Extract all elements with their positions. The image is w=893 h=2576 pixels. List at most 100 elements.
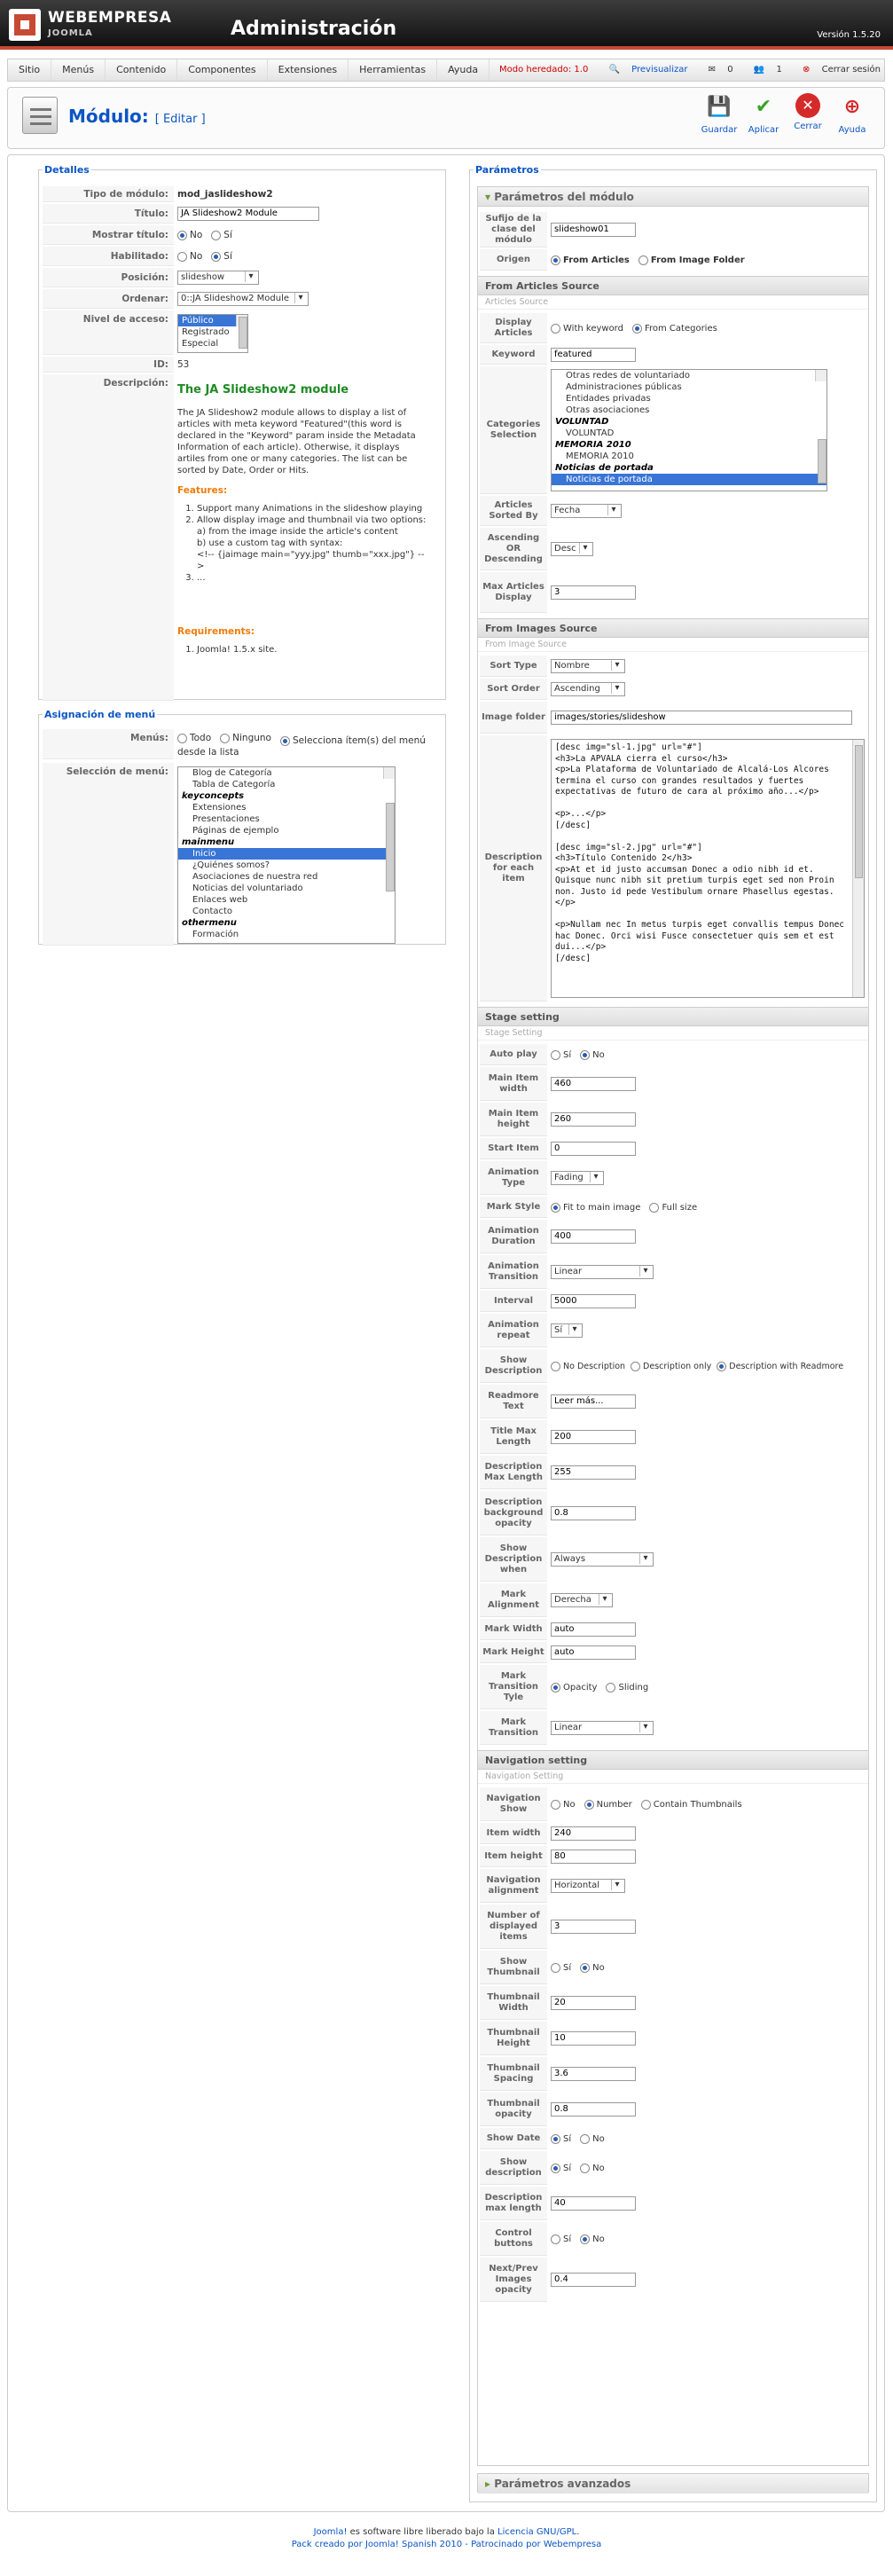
- nav-show-number[interactable]: Number: [584, 1799, 632, 1810]
- control-buttons-yes[interactable]: Sí: [551, 2234, 571, 2244]
- show-desc-none[interactable]: No Description: [551, 1361, 625, 1371]
- list-item[interactable]: Noticias de portada: [552, 474, 826, 485]
- list-item[interactable]: Contacto: [178, 906, 395, 917]
- anim-repeat-select[interactable]: Sí: [551, 1323, 583, 1338]
- list-item[interactable]: Tabla de Categoría: [178, 779, 395, 790]
- mark-transition-select[interactable]: Linear: [551, 1721, 654, 1735]
- main-height-input[interactable]: 260: [551, 1112, 636, 1127]
- nav-align-select[interactable]: Horizontal: [551, 1879, 625, 1893]
- list-item[interactable]: Presentaciones: [178, 813, 395, 825]
- list-item[interactable]: Formación: [178, 929, 395, 940]
- enabled-no[interactable]: No: [177, 251, 202, 262]
- display-with-keyword[interactable]: With keyword: [551, 323, 623, 334]
- list-item[interactable]: Noticias de portada: [552, 462, 826, 474]
- menus-select[interactable]: Selecciona ítem(s) del menú desde la lis…: [177, 735, 426, 758]
- position-select[interactable]: slideshow: [177, 271, 259, 285]
- show-description-no[interactable]: No: [580, 2163, 605, 2173]
- menu-ayuda[interactable]: Ayuda: [437, 59, 490, 81]
- anim-type-select[interactable]: Fading: [551, 1171, 604, 1185]
- order-select[interactable]: 0::JA Slideshow2 Module: [177, 292, 309, 306]
- mark-tt-sliding[interactable]: Sliding: [606, 1682, 648, 1692]
- item-height-input[interactable]: 80: [551, 1850, 636, 1864]
- thumb-opacity-input[interactable]: 0.8: [551, 2102, 636, 2117]
- menu-contenido[interactable]: Contenido: [106, 59, 178, 81]
- pack-link[interactable]: Pack creado por Joomla! Spanish 2010 - P…: [292, 2540, 602, 2549]
- stage-header[interactable]: Stage setting: [478, 1007, 868, 1026]
- origin-folder[interactable]: From Image Folder: [638, 255, 745, 265]
- autoplay-yes[interactable]: Sí: [551, 1049, 571, 1060]
- mark-height-input[interactable]: auto: [551, 1645, 636, 1660]
- list-item[interactable]: Otras asociaciones: [552, 404, 826, 416]
- desc-max-input[interactable]: 255: [551, 1465, 636, 1480]
- show-desc-readmore[interactable]: Description with Readmore: [717, 1361, 843, 1371]
- show-when-select[interactable]: Always: [551, 1552, 654, 1567]
- save-button[interactable]: 💾 Guardar: [698, 93, 740, 135]
- access-listbox[interactable]: Público Registrado Especial: [177, 314, 248, 353]
- asc-desc-select[interactable]: Desc: [551, 542, 593, 556]
- mark-style-full[interactable]: Full size: [649, 1202, 697, 1213]
- help-button[interactable]: ⊕ Ayuda: [831, 93, 873, 135]
- show-title-yes[interactable]: Sí: [211, 230, 232, 240]
- list-item[interactable]: VOLUNTAD: [552, 416, 826, 428]
- mark-width-input[interactable]: auto: [551, 1622, 636, 1637]
- list-item[interactable]: Páginas de ejemplo: [178, 825, 395, 836]
- anim-transition-select[interactable]: Linear: [551, 1265, 654, 1279]
- thumb-height-input[interactable]: 10: [551, 2031, 636, 2046]
- start-item-input[interactable]: 0: [551, 1142, 636, 1156]
- nav-show-thumbs[interactable]: Contain Thumbnails: [640, 1799, 742, 1810]
- mark-tt-opacity[interactable]: Opacity: [551, 1682, 597, 1692]
- readmore-input[interactable]: Leer más...: [551, 1394, 636, 1409]
- show-date-no[interactable]: No: [580, 2133, 605, 2144]
- interval-input[interactable]: 5000: [551, 1294, 636, 1308]
- menu-sitio[interactable]: Sitio: [8, 59, 52, 81]
- apply-button[interactable]: ✔ Aplicar: [742, 93, 785, 135]
- logout-link[interactable]: ⊗ Cerrar sesión: [794, 65, 881, 75]
- close-button[interactable]: ✕ Cerrar: [787, 93, 829, 131]
- item-width-input[interactable]: 240: [551, 1826, 636, 1841]
- keyword-input[interactable]: featured: [551, 348, 636, 362]
- suffix-input[interactable]: slideshow01: [551, 223, 636, 237]
- nextprev-opacity-input[interactable]: 0.4: [551, 2273, 636, 2287]
- list-item[interactable]: Blog de Categoría: [178, 767, 395, 779]
- max-articles-input[interactable]: 3: [551, 585, 636, 600]
- list-item[interactable]: MEMORIA 2010: [552, 439, 826, 451]
- menu-componentes[interactable]: Componentes: [177, 59, 268, 81]
- mark-style-fit[interactable]: Fit to main image: [551, 1202, 640, 1213]
- list-item[interactable]: Asociaciones de nuestra red: [178, 871, 395, 883]
- menu-extensiones[interactable]: Extensiones: [268, 59, 349, 81]
- list-item[interactable]: ¿Quiénes somos?: [178, 860, 395, 871]
- main-width-input[interactable]: 460: [551, 1077, 636, 1091]
- thumb-width-input[interactable]: 20: [551, 1996, 636, 2010]
- desc-bg-input[interactable]: 0.8: [551, 1506, 636, 1520]
- menus-all[interactable]: Todo: [177, 733, 211, 744]
- joomla-link[interactable]: Joomla!: [314, 2527, 348, 2537]
- num-displayed-input[interactable]: 3: [551, 1920, 636, 1934]
- mark-align-select[interactable]: Derecha: [551, 1593, 613, 1607]
- title-input[interactable]: JA Slideshow2 Module: [177, 207, 319, 221]
- nav-show-no[interactable]: No: [551, 1799, 576, 1810]
- desc-each-textarea[interactable]: [desc img="sl-1.jpg" url="#"] <h3>La APV…: [551, 739, 865, 998]
- sort-type-select[interactable]: Nombre: [551, 659, 625, 673]
- scrollbar[interactable]: [383, 767, 395, 891]
- list-item[interactable]: MEMORIA 2010: [552, 451, 826, 462]
- title-max-input[interactable]: 200: [551, 1430, 636, 1444]
- show-date-yes[interactable]: Sí: [551, 2133, 571, 2144]
- sorted-by-select[interactable]: Fecha: [551, 504, 622, 518]
- autoplay-no[interactable]: No: [580, 1049, 605, 1060]
- thumb-spacing-input[interactable]: 3.6: [551, 2067, 636, 2081]
- show-description-yes[interactable]: Sí: [551, 2163, 571, 2173]
- desc-maxlen-input[interactable]: 40: [551, 2196, 636, 2211]
- scrollbar[interactable]: [815, 370, 826, 483]
- origin-articles[interactable]: From Articles: [551, 255, 630, 265]
- menu-herramientas[interactable]: Herramientas: [349, 59, 438, 81]
- list-item[interactable]: keyconcepts: [178, 790, 395, 802]
- advanced-params-header[interactable]: ▸ Parámetros avanzados: [478, 2474, 868, 2494]
- show-title-no[interactable]: No: [177, 230, 202, 240]
- show-thumb-no[interactable]: No: [580, 1962, 605, 1973]
- list-item[interactable]: Inicio: [178, 848, 395, 860]
- navigation-header[interactable]: Navigation setting: [478, 1750, 868, 1770]
- list-item[interactable]: Otras redes de voluntariado: [552, 370, 826, 381]
- list-item[interactable]: Administraciones públicas: [552, 381, 826, 393]
- anim-duration-input[interactable]: 400: [551, 1229, 636, 1244]
- menu-menus[interactable]: Menús: [51, 59, 106, 81]
